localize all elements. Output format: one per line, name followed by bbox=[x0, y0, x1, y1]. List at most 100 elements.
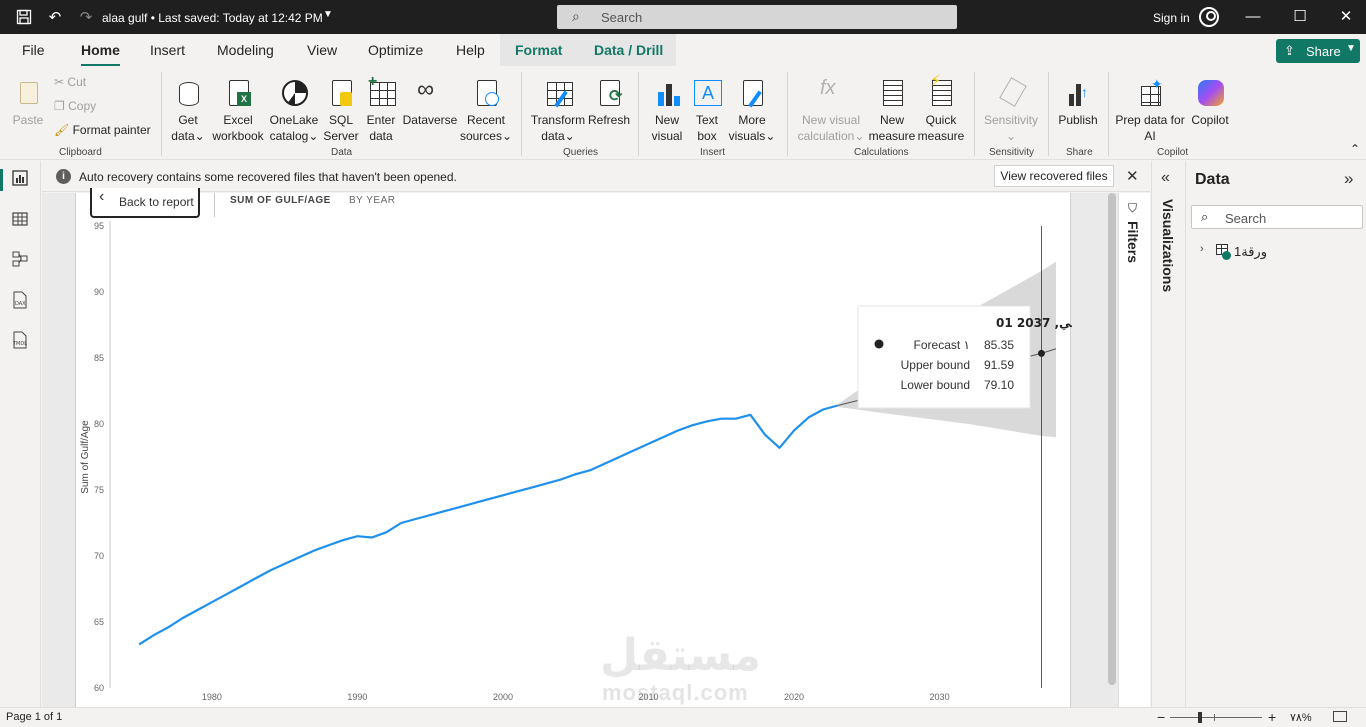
back-to-report-button[interactable]: ‹ Back to report bbox=[90, 188, 200, 218]
y-tick-label: 95 bbox=[94, 221, 104, 231]
x-tick-label: 1980 bbox=[202, 692, 222, 702]
share-button[interactable]: ⇪ Share ▼ bbox=[1276, 39, 1360, 63]
paste-button[interactable]: Paste bbox=[8, 76, 48, 128]
tooltip-pointer bbox=[840, 367, 858, 387]
copilot-button[interactable]: Copilot bbox=[1186, 76, 1234, 128]
redo-icon[interactable]: ↷ bbox=[76, 7, 96, 27]
fit-to-page-icon[interactable] bbox=[1333, 711, 1347, 722]
y-tick-label: 80 bbox=[94, 419, 104, 429]
close-icon[interactable]: ✕ bbox=[1338, 9, 1354, 25]
data-search-input[interactable]: ⌕ Search bbox=[1191, 205, 1363, 229]
new-measure-button[interactable]: New measure bbox=[868, 76, 916, 144]
recent-sources-button[interactable]: Recent sources⌄ bbox=[458, 76, 514, 144]
x-tick-label: 2030 bbox=[930, 692, 950, 702]
save-icon[interactable] bbox=[14, 7, 34, 27]
report-view-icon[interactable] bbox=[11, 170, 29, 188]
chevron-down-icon: ⌄ bbox=[194, 129, 205, 143]
minimize-icon[interactable]: — bbox=[1245, 9, 1261, 25]
close-icon[interactable]: ✕ bbox=[1126, 167, 1139, 185]
tab-data-drill[interactable]: Data / Drill bbox=[594, 42, 663, 58]
tab-insert[interactable]: Insert bbox=[150, 42, 185, 58]
cut-button[interactable]: ✂ Cut bbox=[54, 75, 86, 89]
chevron-down-icon: ⌄ bbox=[501, 129, 513, 143]
text-box-icon: A bbox=[692, 76, 722, 108]
table-view-icon[interactable] bbox=[11, 211, 29, 229]
undo-icon[interactable]: ↶ bbox=[45, 7, 65, 27]
tmdl-view-icon[interactable]: TMDL bbox=[11, 331, 29, 349]
chevron-down-icon[interactable]: ▼ bbox=[323, 9, 333, 20]
onelake-label-2: catalog bbox=[269, 129, 309, 143]
refresh-button[interactable]: ⟳ Refresh bbox=[587, 76, 631, 128]
filters-pane-collapsed[interactable]: ⛉ Filters bbox=[1118, 193, 1150, 707]
format-painter-button[interactable]: 🖌 Format painter bbox=[54, 123, 151, 137]
tab-format[interactable]: Format bbox=[515, 42, 562, 58]
excel-label-1: Excel bbox=[223, 113, 253, 127]
cut-label: Cut bbox=[67, 75, 87, 89]
copy-button[interactable]: ❐ Copy bbox=[54, 99, 96, 113]
tab-modeling[interactable]: Modeling bbox=[217, 42, 274, 58]
y-tick-label: 60 bbox=[94, 683, 104, 693]
prep-data-icon: ✦ bbox=[1135, 76, 1165, 108]
line-chart[interactable]: 60657075808590951980 1990 2000 2010 2020 2030… bbox=[76, 193, 1072, 707]
sql-server-button[interactable]: SQL Server bbox=[323, 76, 359, 144]
chevron-down-icon: ⌄ bbox=[564, 129, 575, 143]
zoom-out-icon[interactable]: − bbox=[1157, 709, 1165, 725]
search-icon: ⌕ bbox=[1201, 209, 1209, 224]
onelake-catalog-button[interactable]: OneLake catalog⌄ bbox=[266, 76, 322, 144]
chevron-down-icon: ⌄ bbox=[308, 129, 319, 143]
ribbon-separator bbox=[161, 72, 162, 156]
tooltip-row-value: 79.10 bbox=[984, 378, 1014, 392]
expand-pane-icon[interactable]: « bbox=[1161, 169, 1170, 187]
zoom-slider-thumb[interactable] bbox=[1198, 712, 1202, 723]
excel-workbook-button[interactable]: X Excel workbook bbox=[210, 76, 266, 144]
sensitivity-icon bbox=[996, 76, 1027, 108]
transform-data-button[interactable]: Transform data⌄ bbox=[530, 76, 586, 144]
model-view-icon[interactable] bbox=[11, 251, 29, 269]
prep-data-for-ai-button[interactable]: ✦ Prep data for AI bbox=[1114, 76, 1186, 144]
copilot-label: Copilot bbox=[1191, 113, 1229, 127]
ribbon-tabs: File Home Insert Modeling View Optimize … bbox=[0, 34, 1366, 66]
dax-query-view-icon[interactable]: DAX bbox=[11, 291, 29, 309]
dataverse-button[interactable]: ∞ Dataverse bbox=[402, 76, 458, 128]
zoom-slider-track[interactable] bbox=[1170, 717, 1262, 718]
collapse-pane-icon[interactable]: » bbox=[1344, 169, 1353, 189]
publish-icon: ↑ bbox=[1063, 76, 1093, 108]
tab-file[interactable]: File bbox=[22, 42, 45, 58]
maximize-icon[interactable]: ☐ bbox=[1292, 9, 1308, 25]
watermark-arabic: مستقل bbox=[600, 630, 761, 681]
new-visual-button[interactable]: New visual bbox=[647, 76, 687, 144]
sign-in-link[interactable]: Sign in bbox=[1153, 11, 1190, 25]
enter-data-button[interactable]: + Enter data bbox=[362, 74, 400, 144]
view-recovered-files-button[interactable]: View recovered files bbox=[994, 165, 1114, 187]
more-visuals-button[interactable]: More visuals⌄ bbox=[727, 76, 777, 144]
tab-view[interactable]: View bbox=[307, 42, 337, 58]
document-title[interactable]: alaa gulf • Last saved: Today at 12:42 P… bbox=[102, 11, 323, 25]
visualizations-pane-collapsed[interactable]: « Visualizations bbox=[1151, 161, 1185, 707]
search-input[interactable]: ⌕ Search bbox=[557, 5, 957, 29]
sensitivity-button[interactable]: Sensitivity ⌄ bbox=[981, 76, 1041, 144]
tab-home[interactable]: Home bbox=[81, 42, 120, 66]
chevron-down-icon: ⌄ bbox=[1005, 129, 1017, 143]
y-tick-label: 85 bbox=[94, 353, 104, 363]
svg-text:TMDL: TMDL bbox=[12, 341, 27, 347]
page-indicator: Page 1 of 1 bbox=[6, 711, 63, 723]
text-box-label-1: Text bbox=[695, 113, 718, 127]
quick-measure-label-1: Quick bbox=[925, 113, 957, 127]
avatar-icon[interactable] bbox=[1199, 7, 1219, 27]
ribbon: Paste ✂ Cut ❐ Copy 🖌 Format painter Clip… bbox=[0, 66, 1366, 160]
publish-button[interactable]: ↑ Publish bbox=[1054, 76, 1102, 128]
zoom-level[interactable]: ٧٨% bbox=[1290, 711, 1312, 724]
tab-optimize[interactable]: Optimize bbox=[368, 42, 423, 58]
copilot-icon bbox=[1195, 76, 1225, 108]
get-data-button[interactable]: Get data⌄ bbox=[168, 76, 208, 144]
text-box-button[interactable]: A Text box bbox=[689, 76, 725, 144]
tooltip-row-label: Lower bound bbox=[901, 378, 970, 392]
quick-measure-button[interactable]: ⚡ Quick measure bbox=[917, 74, 965, 144]
tab-help[interactable]: Help bbox=[456, 42, 485, 58]
vertical-scrollbar[interactable] bbox=[1108, 193, 1116, 685]
chevron-right-icon[interactable]: › bbox=[1200, 243, 1204, 255]
group-label-share: Share bbox=[1066, 147, 1093, 158]
collapse-ribbon-icon[interactable]: ⌃ bbox=[1350, 142, 1360, 156]
new-visual-calculation-button[interactable]: fx New visual calculation⌄ bbox=[796, 76, 866, 144]
zoom-in-icon[interactable]: + bbox=[1268, 709, 1276, 725]
